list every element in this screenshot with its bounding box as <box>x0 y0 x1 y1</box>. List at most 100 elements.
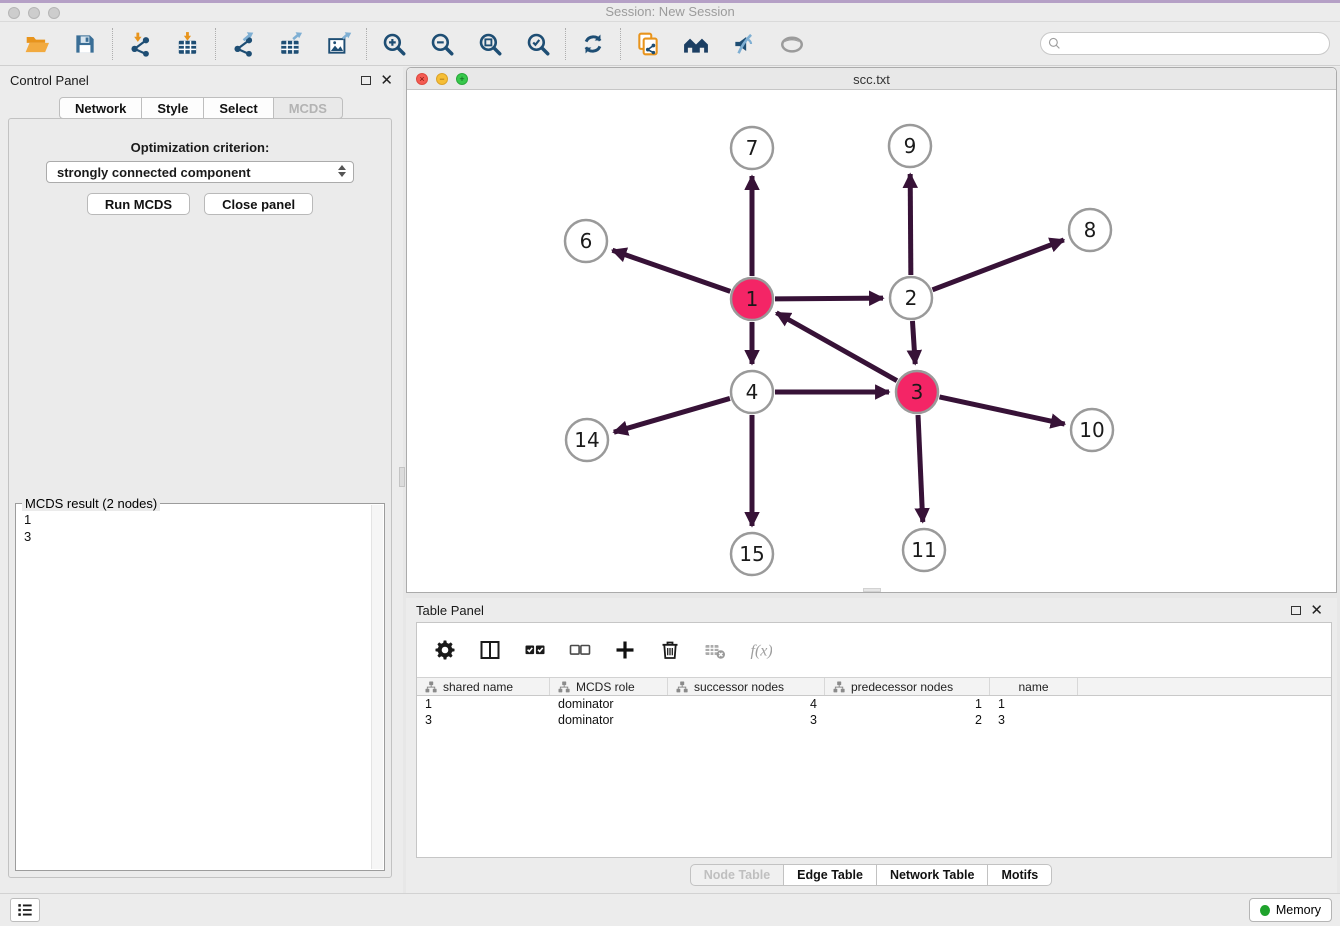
close-table-panel-icon[interactable]: ✕ <box>1310 605 1323 615</box>
titlebar-accent <box>0 0 1340 3</box>
graph-node-1[interactable]: 1 <box>731 278 773 320</box>
graph-node-15[interactable]: 15 <box>731 533 773 575</box>
zoom-fit-button[interactable] <box>476 30 504 58</box>
select-all-columns-button[interactable] <box>523 638 547 662</box>
search-icon <box>1047 36 1062 51</box>
graph-node-2[interactable]: 2 <box>890 277 932 319</box>
result-line: 3 <box>24 528 376 545</box>
graph-edge-3-1[interactable] <box>776 313 897 381</box>
tab-node-table[interactable]: Node Table <box>690 864 784 886</box>
result-scrollbar[interactable] <box>371 505 383 869</box>
column-header-label: shared name <box>443 680 513 694</box>
tab-network[interactable]: Network <box>59 97 142 119</box>
column-header[interactable]: predecessor nodes <box>825 678 990 695</box>
export-network-button[interactable] <box>229 30 257 58</box>
table-panel: Table Panel ✕ f(x) shared nameMCDS roles… <box>406 598 1337 893</box>
graph-node-11[interactable]: 11 <box>903 529 945 571</box>
close-panel-button[interactable]: Close panel <box>204 193 313 215</box>
cell[interactable]: 1 <box>825 697 990 711</box>
tab-network-table[interactable]: Network Table <box>876 864 989 886</box>
graph-edge-1-6[interactable] <box>612 250 730 291</box>
task-history-button[interactable] <box>10 898 40 922</box>
panel-splitter-handle[interactable] <box>399 467 405 487</box>
network-graph: 7 9 6 8 1 2 4 3 14 10 15 11 <box>408 91 1335 592</box>
open-session-button[interactable] <box>23 30 51 58</box>
application-window: Session: New Session Control Panel ✕ Net… <box>0 0 1340 926</box>
import-network-button[interactable] <box>126 30 154 58</box>
cell[interactable]: 3 <box>668 713 825 727</box>
zoom-out-button[interactable] <box>428 30 456 58</box>
graph-node-9[interactable]: 9 <box>889 125 931 167</box>
table-settings-button[interactable] <box>433 638 457 662</box>
column-header[interactable]: MCDS role <box>550 678 668 695</box>
cell[interactable]: 4 <box>668 697 825 711</box>
tab-style[interactable]: Style <box>141 97 204 119</box>
tab-motifs[interactable]: Motifs <box>987 864 1052 886</box>
memory-button[interactable]: Memory <box>1249 898 1332 922</box>
graph-edge-3-11[interactable] <box>918 415 923 522</box>
table-row[interactable]: 3dominator323 <box>417 712 1331 728</box>
graph-edge-2-8[interactable] <box>933 240 1064 290</box>
function-builder-icon: f(x) <box>748 638 772 662</box>
delete-column-button[interactable] <box>658 638 682 662</box>
close-panel-icon[interactable]: ✕ <box>380 75 393 85</box>
graph-node-8[interactable]: 8 <box>1069 209 1111 251</box>
announcements-off-button[interactable] <box>730 30 758 58</box>
column-header-label: MCDS role <box>576 680 635 694</box>
run-mcds-button[interactable]: Run MCDS <box>87 193 190 215</box>
graph-edge-2-3[interactable] <box>912 321 915 364</box>
graph-node-10[interactable]: 10 <box>1071 409 1113 451</box>
deselect-all-columns-button[interactable] <box>568 638 592 662</box>
cell[interactable]: 1 <box>990 697 1078 711</box>
control-panel-title: Control Panel <box>10 73 89 88</box>
graph-node-7[interactable]: 7 <box>731 127 773 169</box>
column-type-icon <box>676 681 688 693</box>
network-canvas[interactable]: 7 9 6 8 1 2 4 3 14 10 15 11 <box>408 91 1335 592</box>
graph-edge-2-9[interactable] <box>910 174 911 275</box>
network-resize-handle[interactable] <box>863 588 881 592</box>
save-session-button[interactable] <box>71 30 99 58</box>
create-column-button[interactable] <box>613 638 637 662</box>
tab-mcds[interactable]: MCDS <box>273 97 343 119</box>
table-row[interactable]: 1dominator411 <box>417 696 1331 712</box>
graph-node-6[interactable]: 6 <box>565 220 607 262</box>
column-header[interactable]: shared name <box>417 678 550 695</box>
refresh-view-button[interactable] <box>579 30 607 58</box>
clone-network-icon <box>635 31 661 57</box>
clone-network-button[interactable] <box>634 30 662 58</box>
search-box[interactable] <box>1040 32 1330 55</box>
cell[interactable]: dominator <box>550 713 668 727</box>
float-table-panel-icon[interactable] <box>1291 606 1301 615</box>
cell[interactable]: dominator <box>550 697 668 711</box>
export-table-button[interactable] <box>277 30 305 58</box>
zoom-in-button[interactable] <box>380 30 408 58</box>
column-header[interactable]: successor nodes <box>668 678 825 695</box>
export-image-button[interactable] <box>325 30 353 58</box>
column-header[interactable]: name <box>990 678 1078 695</box>
split-panel-button[interactable] <box>478 638 502 662</box>
graph-node-4[interactable]: 4 <box>731 371 773 413</box>
import-table-button[interactable] <box>174 30 202 58</box>
window-title: Session: New Session <box>0 4 1340 19</box>
cell[interactable]: 2 <box>825 713 990 727</box>
node-label: 4 <box>746 380 759 404</box>
search-input[interactable] <box>1062 37 1323 51</box>
graph-node-14[interactable]: 14 <box>566 419 608 461</box>
cell[interactable]: 3 <box>990 713 1078 727</box>
graph-edge-4-14[interactable] <box>614 398 730 432</box>
tab-select[interactable]: Select <box>203 97 273 119</box>
tab-edge-table[interactable]: Edge Table <box>783 864 877 886</box>
delete-column-icon <box>658 638 682 662</box>
network-home-button[interactable] <box>682 30 710 58</box>
float-panel-icon[interactable] <box>361 76 371 85</box>
cell[interactable]: 1 <box>417 697 550 711</box>
delete-table-button <box>703 638 727 662</box>
criterion-dropdown[interactable]: strongly connected component <box>46 161 354 183</box>
visibility-button[interactable] <box>778 30 806 58</box>
create-column-icon <box>613 638 637 662</box>
zoom-selected-button[interactable] <box>524 30 552 58</box>
graph-node-3[interactable]: 3 <box>896 371 938 413</box>
graph-edge-3-10[interactable] <box>939 397 1064 424</box>
cell[interactable]: 3 <box>417 713 550 727</box>
graph-edge-1-2[interactable] <box>775 298 883 299</box>
